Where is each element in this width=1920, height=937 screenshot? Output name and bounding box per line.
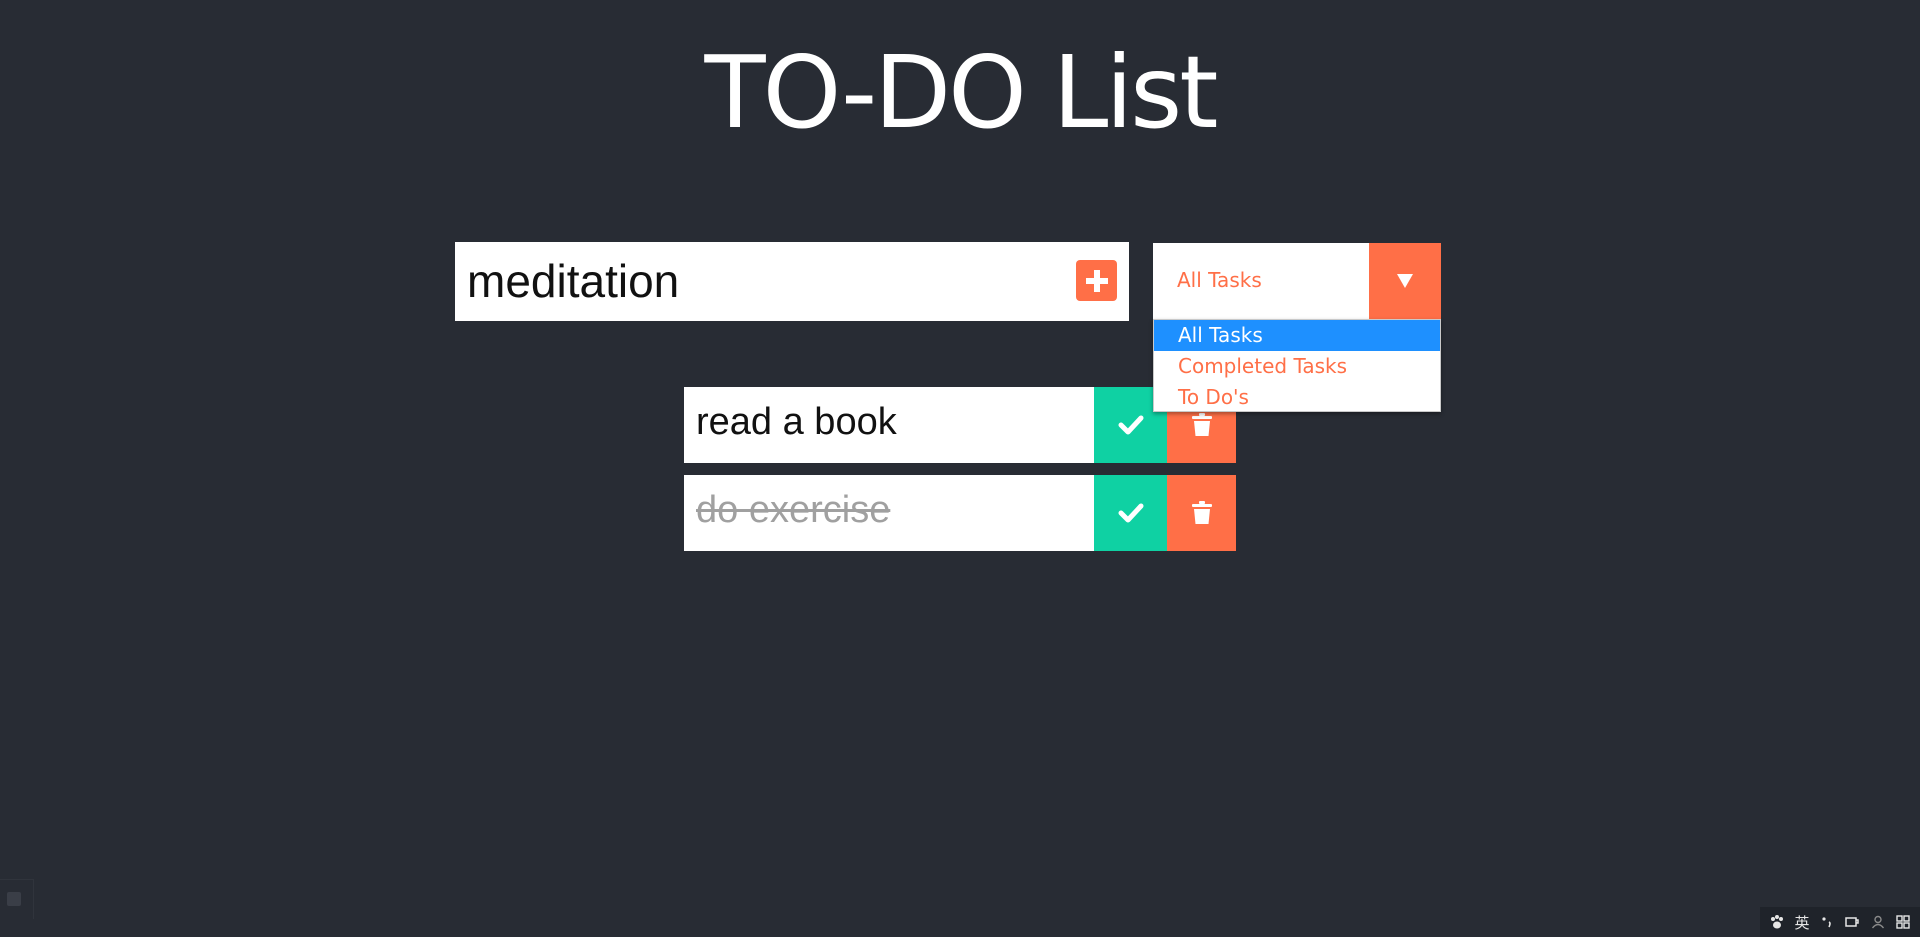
- todo-text: read a book: [696, 401, 897, 443]
- filter-option-to-dos[interactable]: To Do's: [1154, 382, 1440, 413]
- corner-widget[interactable]: [0, 879, 34, 919]
- square-icon: [7, 892, 21, 906]
- check-icon: [1118, 415, 1143, 435]
- filter-dropdown-button[interactable]: [1369, 243, 1441, 319]
- grid-icon[interactable]: [1894, 913, 1912, 931]
- task-input[interactable]: [467, 252, 1027, 310]
- complete-button[interactable]: [1094, 475, 1167, 551]
- todo-text: do exercise: [696, 489, 891, 531]
- trash-icon: [1191, 413, 1212, 436]
- plus-icon: [1085, 269, 1108, 292]
- page-title: TO-DO List: [704, 34, 1219, 151]
- filter-dropdown-list: All Tasks Completed Tasks To Do's: [1153, 319, 1441, 412]
- trash-icon: [1191, 501, 1212, 524]
- filter-option-completed-tasks[interactable]: Completed Tasks: [1154, 351, 1440, 382]
- todo-item: do exercise: [684, 475, 1236, 551]
- punctuation-icon[interactable]: [1818, 913, 1836, 931]
- filter-select[interactable]: All Tasks: [1153, 243, 1441, 319]
- filter-selected-value: All Tasks: [1177, 268, 1262, 292]
- delete-button[interactable]: [1167, 475, 1236, 551]
- task-input-container: [455, 242, 1129, 321]
- cup-icon[interactable]: [1844, 913, 1862, 931]
- paw-icon[interactable]: [1768, 913, 1786, 931]
- user-icon[interactable]: [1869, 913, 1887, 931]
- triangle-down-icon: [1397, 274, 1413, 288]
- system-tray: 英: [1760, 907, 1920, 937]
- add-task-button[interactable]: [1076, 260, 1117, 301]
- check-icon: [1118, 503, 1143, 523]
- filter-option-all-tasks[interactable]: All Tasks: [1154, 320, 1440, 351]
- ime-language-label[interactable]: 英: [1793, 913, 1811, 932]
